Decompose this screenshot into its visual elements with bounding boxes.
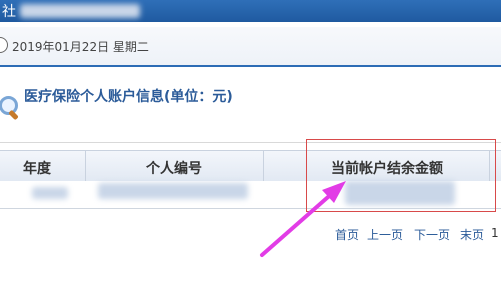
annotation-arrow — [260, 181, 346, 257]
